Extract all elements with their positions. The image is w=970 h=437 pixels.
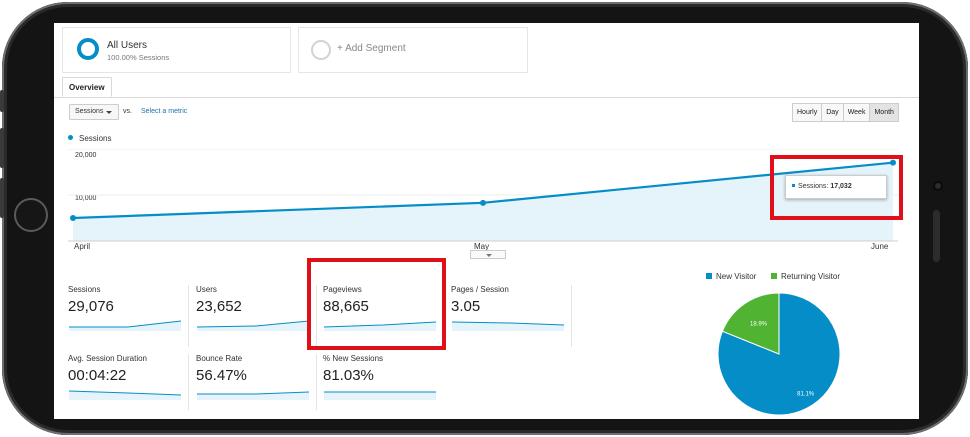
- metric-dropdown[interactable]: Sessions: [69, 104, 119, 120]
- week-button[interactable]: Week: [842, 103, 871, 122]
- metric-value: 56.47%: [196, 367, 247, 384]
- metric-value: 81.03%: [323, 367, 374, 384]
- chevron-down-icon: [486, 254, 492, 257]
- sparkline: [68, 390, 182, 400]
- segment-all-users[interactable]: All Users 100.00% Sessions: [62, 27, 291, 73]
- home-button[interactable]: [14, 198, 48, 232]
- phone-volume-up-button: [0, 128, 4, 168]
- metric-card-users[interactable]: Users 23,652: [196, 285, 317, 347]
- empty-ring-icon: [311, 40, 331, 60]
- phone-side-button: [0, 90, 4, 112]
- sparkline: [324, 391, 436, 400]
- segment-title: All Users: [107, 40, 148, 51]
- metric-card-sessions[interactable]: Sessions 29,076: [68, 285, 189, 347]
- sparkline: [451, 321, 565, 331]
- sparkline: [196, 320, 310, 331]
- sparkline: [197, 391, 310, 400]
- metric-label: Sessions: [68, 285, 101, 294]
- metric-card-bounce-rate[interactable]: Bounce Rate 56.47%: [196, 354, 317, 410]
- legend-swatch: [771, 273, 777, 279]
- select-metric-link[interactable]: Select a metric: [141, 108, 187, 115]
- metric-label: Bounce Rate: [196, 354, 243, 363]
- phone-frame: All Users 100.00% Sessions + Add Segment…: [0, 2, 968, 435]
- data-point[interactable]: [480, 199, 486, 206]
- granularity-buttons: Hourly Day Week Month: [792, 103, 899, 122]
- metric-card-pages-per-session[interactable]: Pages / Session 3.05: [451, 285, 572, 347]
- vs-label: vs.: [123, 108, 132, 115]
- segment-subtitle: 100.00% Sessions: [107, 53, 170, 62]
- metric-card-avg-session-duration[interactable]: Avg. Session Duration 00:04:22: [68, 354, 189, 410]
- visitor-pie-chart: 81.1% 18.9%: [717, 292, 841, 416]
- add-segment-button[interactable]: + Add Segment: [298, 27, 528, 73]
- day-button[interactable]: Day: [821, 103, 844, 122]
- tab-bar: Overview: [54, 77, 919, 98]
- metric-label: Pages / Session: [451, 285, 509, 294]
- x-tick-label: June: [871, 242, 889, 251]
- metric-card-new-sessions[interactable]: % New Sessions 81.03%: [323, 354, 444, 410]
- month-button[interactable]: Month: [869, 103, 899, 122]
- chevron-down-icon: [106, 111, 112, 114]
- tooltip-highlight-box: [770, 155, 903, 220]
- metric-dropdown-value: Sessions: [75, 108, 104, 115]
- pie-legend-label: New Visitor: [716, 272, 757, 281]
- phone-volume-down-button: [0, 178, 4, 218]
- hourly-button[interactable]: Hourly: [792, 103, 823, 122]
- data-point[interactable]: [70, 215, 76, 221]
- chart-resize-handle[interactable]: [470, 250, 506, 259]
- sparkline: [69, 320, 182, 331]
- add-segment-label: + Add Segment: [337, 43, 406, 54]
- metric-label: Avg. Session Duration: [68, 354, 148, 363]
- pie-legend-new-visitor: New Visitor: [706, 272, 756, 281]
- analytics-screen: All Users 100.00% Sessions + Add Segment…: [54, 23, 919, 419]
- metric-value: 3.05: [451, 298, 481, 315]
- metric-label: % New Sessions: [323, 354, 384, 363]
- tab-overview[interactable]: Overview: [62, 77, 112, 97]
- metric-label: Users: [196, 285, 217, 294]
- legend-swatch: [706, 273, 712, 279]
- chart-legend: Sessions: [68, 134, 111, 143]
- metric-value: 00:04:22: [68, 367, 127, 384]
- legend-label: Sessions: [79, 134, 112, 143]
- front-camera: [933, 181, 943, 191]
- x-tick-label: April: [74, 242, 91, 251]
- pie-legend-returning-visitor: Returning Visitor: [771, 272, 840, 281]
- phone-speaker: [933, 210, 940, 262]
- pie-legend-label: Returning Visitor: [781, 272, 840, 281]
- pageviews-highlight-box: [307, 258, 446, 350]
- metric-value: 29,076: [68, 298, 114, 315]
- segment-ring-icon: [77, 38, 99, 60]
- pie-slice-label: 81.1%: [797, 391, 815, 397]
- metric-value: 23,652: [196, 298, 242, 315]
- legend-dot-icon: [68, 135, 73, 140]
- pie-slice-label: 18.9%: [750, 322, 768, 328]
